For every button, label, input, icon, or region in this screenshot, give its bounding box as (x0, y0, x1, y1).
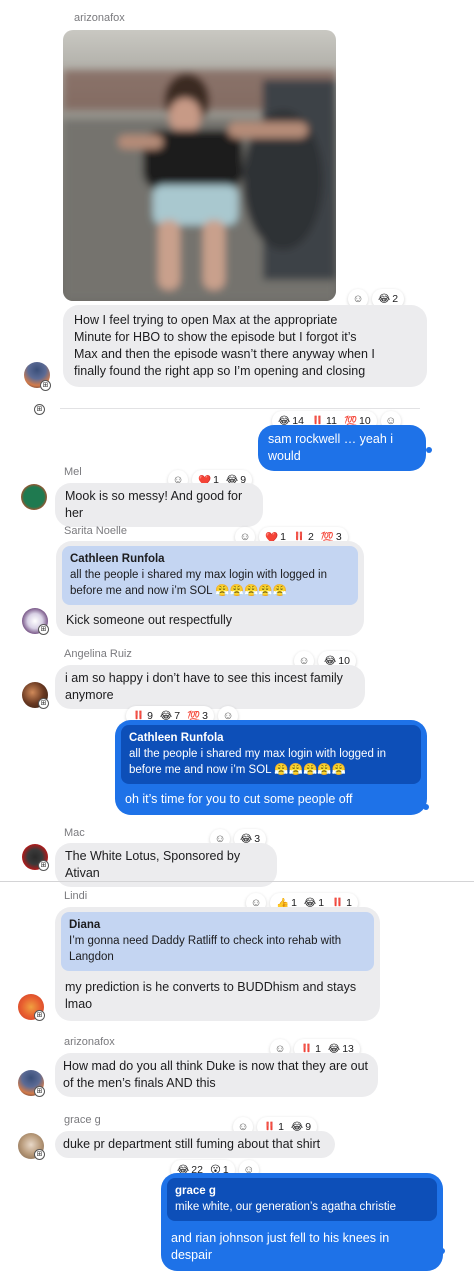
sender-name: arizonafox (64, 1036, 115, 1048)
divider (60, 408, 420, 409)
reply-quote[interactable]: Diana I’m gonna need Daddy Ratliff to ch… (61, 912, 374, 971)
messenger-badge-icon: ⊞ (34, 1010, 45, 1021)
messenger-badge-icon: ⊞ (38, 698, 49, 709)
message-text: sam rockwell … yeah i would (268, 432, 394, 463)
sender-name: Lindi (64, 890, 88, 902)
sender-name: Mac (64, 827, 85, 839)
message-text: Mook is so messy! And good for her (65, 489, 243, 520)
sender-name: arizonafox (74, 12, 125, 24)
message-bubble[interactable]: How mad do you all think Duke is now tha… (55, 1053, 378, 1097)
quote-text: mike white, our generation’s agatha chri… (175, 1201, 396, 1213)
quote-author: Cathleen Runfola (129, 732, 224, 744)
sender-name: Mel (64, 466, 82, 478)
messenger-badge-icon: ⊞ (38, 860, 49, 871)
bubble-tail (426, 447, 432, 453)
sender-name: Sarita Noelle (64, 525, 127, 537)
message-text: The White Lotus, Sponsored by Ativan (65, 849, 241, 880)
message-text: duke pr department still fuming about th… (63, 1137, 321, 1151)
reply-quote[interactable]: Cathleen Runfola all the people i shared… (121, 725, 421, 784)
quote-text: all the people i shared my max login wit… (129, 748, 386, 776)
messenger-badge-icon: ⊞ (34, 1086, 45, 1097)
message-text: oh it’s time for you to cut some people … (125, 792, 353, 806)
bubble-tail (439, 1248, 445, 1254)
blurred-photo-image (63, 30, 336, 301)
reaction-emoji: 😂 (378, 293, 391, 305)
sender-name: Angelina Ruiz (64, 648, 132, 660)
message-bubble[interactable]: Cathleen Runfola all the people i shared… (56, 541, 364, 636)
avatar[interactable] (21, 484, 47, 510)
reply-quote[interactable]: Cathleen Runfola all the people i shared… (62, 546, 358, 605)
messenger-badge-icon: ⊞ (40, 380, 51, 391)
shared-photo[interactable] (63, 30, 336, 301)
divider (0, 881, 474, 882)
quote-text: I’m gonna need Daddy Ratliff to check in… (69, 935, 342, 963)
message-bubble[interactable]: grace g mike white, our generation’s aga… (161, 1173, 443, 1271)
message-bubble[interactable]: Mook is so messy! And good for her (55, 483, 263, 527)
message-text: How I feel trying to open Max at the app… (74, 313, 375, 378)
bubble-tail (423, 804, 429, 810)
sender-name: grace g (64, 1114, 101, 1126)
quote-author: Diana (69, 919, 101, 931)
message-text: and rian johnson just fell to his knees … (171, 1231, 390, 1262)
message-bubble[interactable]: Diana I’m gonna need Daddy Ratliff to ch… (55, 907, 380, 1021)
reaction-count: 2 (392, 293, 399, 305)
messenger-badge-icon: ⊞ (34, 404, 45, 415)
message-text: Kick someone out respectfully (66, 613, 233, 627)
message-bubble[interactable]: Cathleen Runfola all the people i shared… (115, 720, 427, 815)
quote-author: grace g (175, 1185, 216, 1197)
message-bubble[interactable]: duke pr department still fuming about th… (55, 1131, 335, 1158)
messenger-badge-icon: ⊞ (38, 624, 49, 635)
message-bubble[interactable]: How I feel trying to open Max at the app… (63, 305, 427, 387)
reply-quote[interactable]: grace g mike white, our generation’s aga… (167, 1178, 437, 1221)
message-text: i am so happy i don’t have to see this i… (65, 671, 343, 702)
quote-author: Cathleen Runfola (70, 553, 165, 565)
message-text: my prediction is he converts to BUDDhism… (65, 980, 357, 1011)
message-text: How mad do you all think Duke is now tha… (63, 1059, 369, 1090)
message-bubble[interactable]: sam rockwell … yeah i would (258, 425, 426, 471)
message-bubble[interactable]: i am so happy i don’t have to see this i… (55, 665, 365, 709)
messenger-badge-icon: ⊞ (34, 1149, 45, 1160)
quote-text: all the people i shared my max login wit… (70, 569, 327, 597)
